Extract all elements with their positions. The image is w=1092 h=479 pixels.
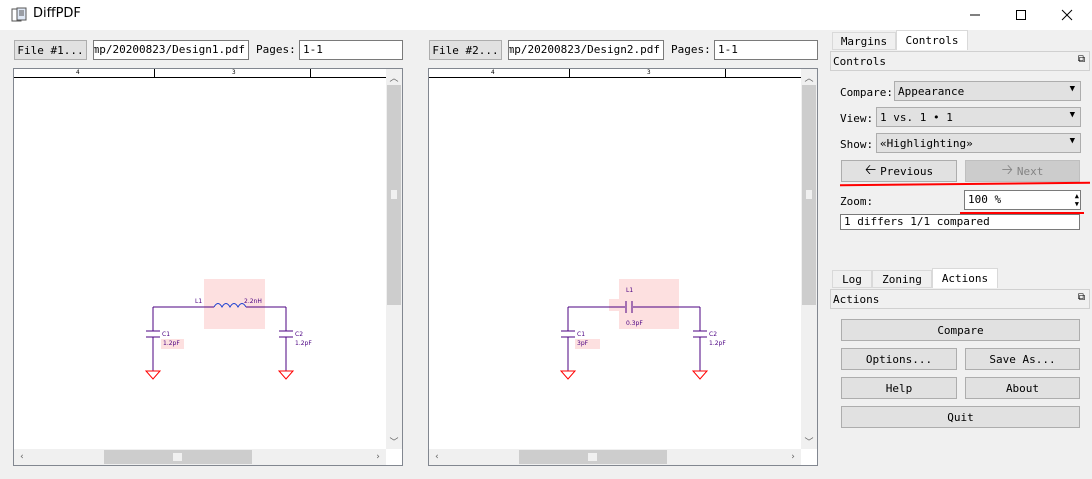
view-select[interactable]: 1 vs. 1 • 1 ▼ (876, 107, 1081, 127)
arrow-left-icon: 🡠 (864, 162, 877, 178)
scroll-right-icon[interactable]: › (370, 449, 386, 465)
file2-path-input[interactable]: /temp/20200823/Design2.pdf (508, 40, 664, 60)
scroll-left-icon[interactable]: ‹ (429, 449, 445, 465)
svg-text:C1: C1 (577, 331, 585, 338)
right-schematic: L1 0.3pF C1 3pF C2 1.2pF (559, 279, 726, 380)
title-bar: DiffPDF (0, 0, 1092, 30)
right-document-view[interactable]: 4 3 L1 0.3pF C1 3pF C2 1.2pF ︿ ﹀ ‹ › (428, 68, 818, 466)
chevron-down-icon: ▼ (1069, 84, 1075, 94)
previous-button[interactable]: 🡠 Previous (841, 160, 957, 182)
annotation-underline (839, 181, 1091, 187)
pages1-input[interactable]: 1-1 (299, 40, 403, 60)
show-label: Show: (840, 138, 874, 151)
scroll-thumb[interactable] (387, 85, 401, 305)
zoom-label: Zoom: (840, 195, 874, 208)
scroll-up-icon[interactable]: ︿ (801, 69, 817, 85)
compare-button[interactable]: Compare (841, 319, 1080, 341)
file1-path-input[interactable]: /temp/20200823/Design1.pdf (93, 40, 249, 60)
left-vertical-scrollbar[interactable]: ︿ ﹀ (386, 69, 402, 449)
actions-dock-header: Actions ⧉ (830, 289, 1090, 309)
quit-button[interactable]: Quit (841, 406, 1080, 428)
right-horizontal-scrollbar[interactable]: ‹ › (429, 449, 801, 465)
minimize-button[interactable] (952, 0, 998, 30)
file2-button[interactable]: File #2... (429, 40, 502, 60)
right-page: 4 3 L1 0.3pF C1 3pF C2 1.2pF (429, 69, 801, 449)
view-label: View: (840, 112, 874, 125)
svg-text:C2: C2 (295, 331, 303, 338)
about-button[interactable]: About (965, 377, 1080, 399)
svg-text:1.2pF: 1.2pF (163, 340, 180, 347)
file1-button[interactable]: File #1... (14, 40, 87, 60)
scroll-thumb[interactable] (802, 85, 816, 305)
svg-text:1.2pF: 1.2pF (709, 340, 726, 347)
chevron-down-icon: ▼ (1069, 136, 1075, 146)
svg-text:3pF: 3pF (577, 340, 589, 347)
left-schematic: L1 2.2nH C1 1.2pF C2 1.2pF (144, 279, 312, 380)
arrow-right-icon: 🡢 (1001, 162, 1013, 178)
help-button[interactable]: Help (841, 377, 957, 399)
scroll-up-icon[interactable]: ︿ (386, 69, 402, 85)
scroll-down-icon[interactable]: ﹀ (801, 433, 817, 449)
tab-zoning[interactable]: Zoning (872, 270, 932, 288)
right-vertical-scrollbar[interactable]: ︿ ﹀ (801, 69, 817, 449)
scroll-right-icon[interactable]: › (785, 449, 801, 465)
pages2-input[interactable]: 1-1 (714, 40, 818, 60)
scroll-left-icon[interactable]: ‹ (14, 449, 30, 465)
svg-text:L1: L1 (195, 298, 202, 305)
left-document-view[interactable]: 4 3 L1 2.2nH C1 1.2pF C2 1.2pF ︿ ﹀ ‹ › (13, 68, 403, 466)
scroll-thumb[interactable] (519, 450, 667, 464)
maximize-button[interactable] (998, 0, 1044, 30)
zoom-spinbox[interactable]: 100 % ▲ ▼ (964, 190, 1081, 210)
svg-text:1.2pF: 1.2pF (295, 340, 312, 347)
scroll-thumb[interactable] (104, 450, 252, 464)
controls-dock-header: Controls ⧉ (830, 51, 1090, 71)
next-button[interactable]: 🡢 Next (965, 160, 1080, 182)
save-as-button[interactable]: Save As... (965, 348, 1080, 370)
controls-title: Controls (833, 54, 886, 68)
options-button[interactable]: Options... (841, 348, 957, 370)
show-select[interactable]: «Highlighting» ▼ (876, 133, 1081, 153)
spin-arrows-icon[interactable]: ▲ ▼ (1075, 192, 1079, 208)
compare-label: Compare: (840, 86, 893, 99)
diff-highlight (609, 299, 621, 311)
undock-icon[interactable]: ⧉ (1078, 54, 1085, 65)
close-button[interactable] (1044, 0, 1090, 30)
app-icon (11, 7, 27, 23)
pages2-label: Pages: (671, 43, 711, 56)
svg-text:L1: L1 (626, 287, 633, 294)
pages1-label: Pages: (256, 43, 296, 56)
tab-log[interactable]: Log (832, 270, 872, 288)
tab-margins[interactable]: Margins (832, 32, 896, 50)
left-horizontal-scrollbar[interactable]: ‹ › (14, 449, 386, 465)
actions-title: Actions (833, 292, 880, 306)
tab-controls[interactable]: Controls (896, 30, 968, 50)
window-title: DiffPDF (33, 6, 81, 21)
scroll-down-icon[interactable]: ﹀ (386, 433, 402, 449)
svg-text:C2: C2 (709, 331, 717, 338)
svg-text:C1: C1 (162, 331, 170, 338)
svg-text:0.3pF: 0.3pF (626, 320, 643, 327)
compare-select[interactable]: Appearance ▼ (894, 81, 1081, 101)
undock-icon[interactable]: ⧉ (1078, 292, 1085, 303)
tab-actions[interactable]: Actions (932, 268, 998, 288)
status-display: 1 differs 1/1 compared (840, 214, 1080, 230)
left-page: 4 3 L1 2.2nH C1 1.2pF C2 1.2pF (14, 69, 386, 449)
svg-text:2.2nH: 2.2nH (244, 298, 262, 305)
chevron-down-icon: ▼ (1069, 110, 1075, 120)
